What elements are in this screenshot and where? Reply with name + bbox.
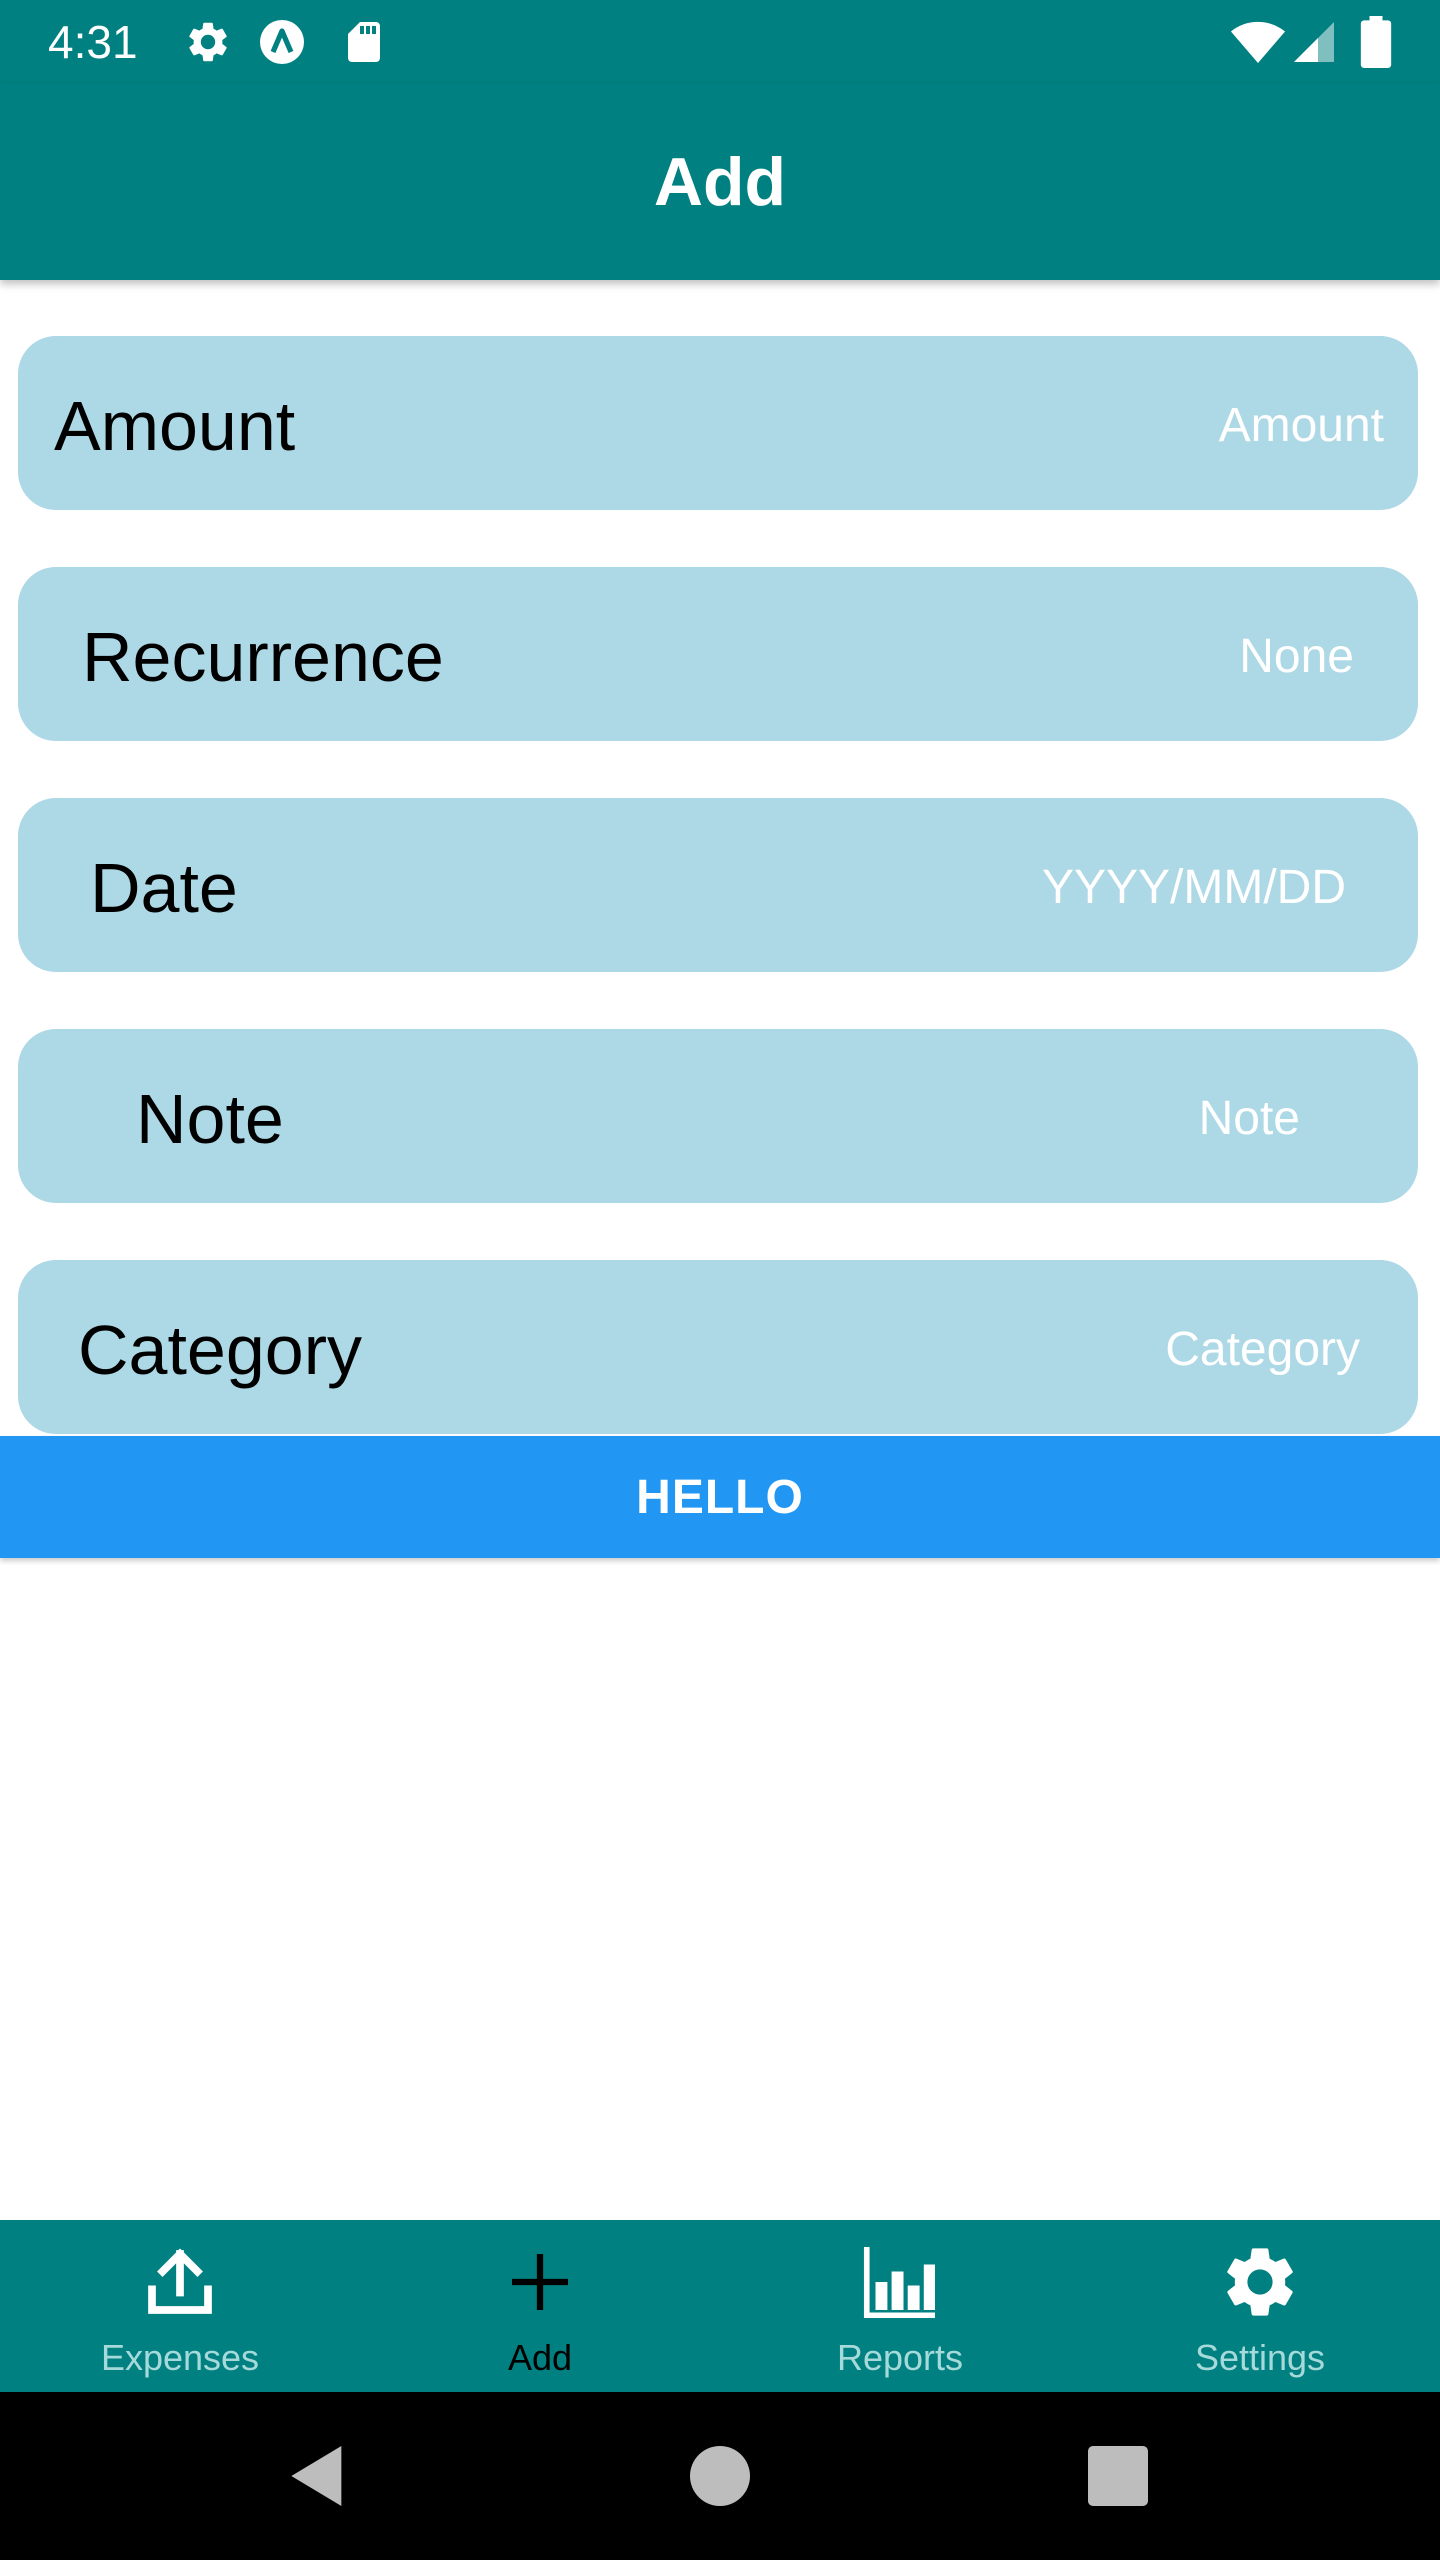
tab-settings[interactable]: Settings xyxy=(1080,2220,1440,2392)
tab-expenses[interactable]: Expenses xyxy=(0,2220,360,2392)
amount-field[interactable]: Amount Amount xyxy=(18,336,1418,510)
note-label: Note xyxy=(136,1080,284,1158)
battery-icon xyxy=(1360,16,1392,68)
recents-icon[interactable] xyxy=(1078,2436,1158,2516)
date-input[interactable]: YYYY/MM/DD xyxy=(1042,860,1346,916)
gear-icon xyxy=(1227,2248,1293,2316)
upload-icon xyxy=(148,2248,212,2314)
tab-add[interactable]: Add xyxy=(360,2220,720,2392)
bottom-navigation: Expenses Add Reports Settings xyxy=(0,2220,1440,2392)
note-field[interactable]: Note Note xyxy=(18,1029,1418,1203)
home-icon[interactable] xyxy=(680,2436,760,2516)
system-navigation-bar xyxy=(0,2392,1440,2560)
status-bar: 4:31 xyxy=(0,0,1440,84)
date-field[interactable]: Date YYYY/MM/DD xyxy=(18,798,1418,972)
a-circle-icon xyxy=(260,20,304,64)
category-label: Category xyxy=(78,1311,363,1389)
tab-reports[interactable]: Reports xyxy=(720,2220,1080,2392)
recurrence-select[interactable]: None xyxy=(1239,629,1354,685)
category-input[interactable]: Category xyxy=(1165,1322,1360,1378)
amount-label: Amount xyxy=(54,387,296,465)
status-time: 4:31 xyxy=(48,16,138,68)
recurrence-field[interactable]: Recurrence None xyxy=(18,567,1418,741)
tab-reports-label: Reports xyxy=(836,2337,964,2378)
bar-chart-icon xyxy=(863,2247,935,2319)
gear-icon xyxy=(189,22,227,62)
back-icon[interactable] xyxy=(278,2436,358,2516)
page-title: Add xyxy=(653,144,787,220)
date-label: Date xyxy=(90,849,238,927)
recurrence-label: Recurrence xyxy=(82,618,444,696)
note-input[interactable]: Note xyxy=(1199,1091,1300,1147)
wifi-icon xyxy=(1230,21,1286,63)
app-bar: Add xyxy=(0,84,1440,280)
tab-expenses-label: Expenses xyxy=(100,2337,260,2378)
signal-icon xyxy=(1294,22,1334,62)
plus-icon xyxy=(512,2254,568,2310)
hello-button[interactable]: HELLO xyxy=(0,1436,1440,1558)
amount-input[interactable]: Amount xyxy=(1219,398,1384,454)
sd-card-icon xyxy=(348,22,380,62)
category-field[interactable]: Category Category xyxy=(18,1260,1418,1434)
tab-add-label: Add xyxy=(507,2337,573,2378)
tab-settings-label: Settings xyxy=(1194,2337,1326,2378)
